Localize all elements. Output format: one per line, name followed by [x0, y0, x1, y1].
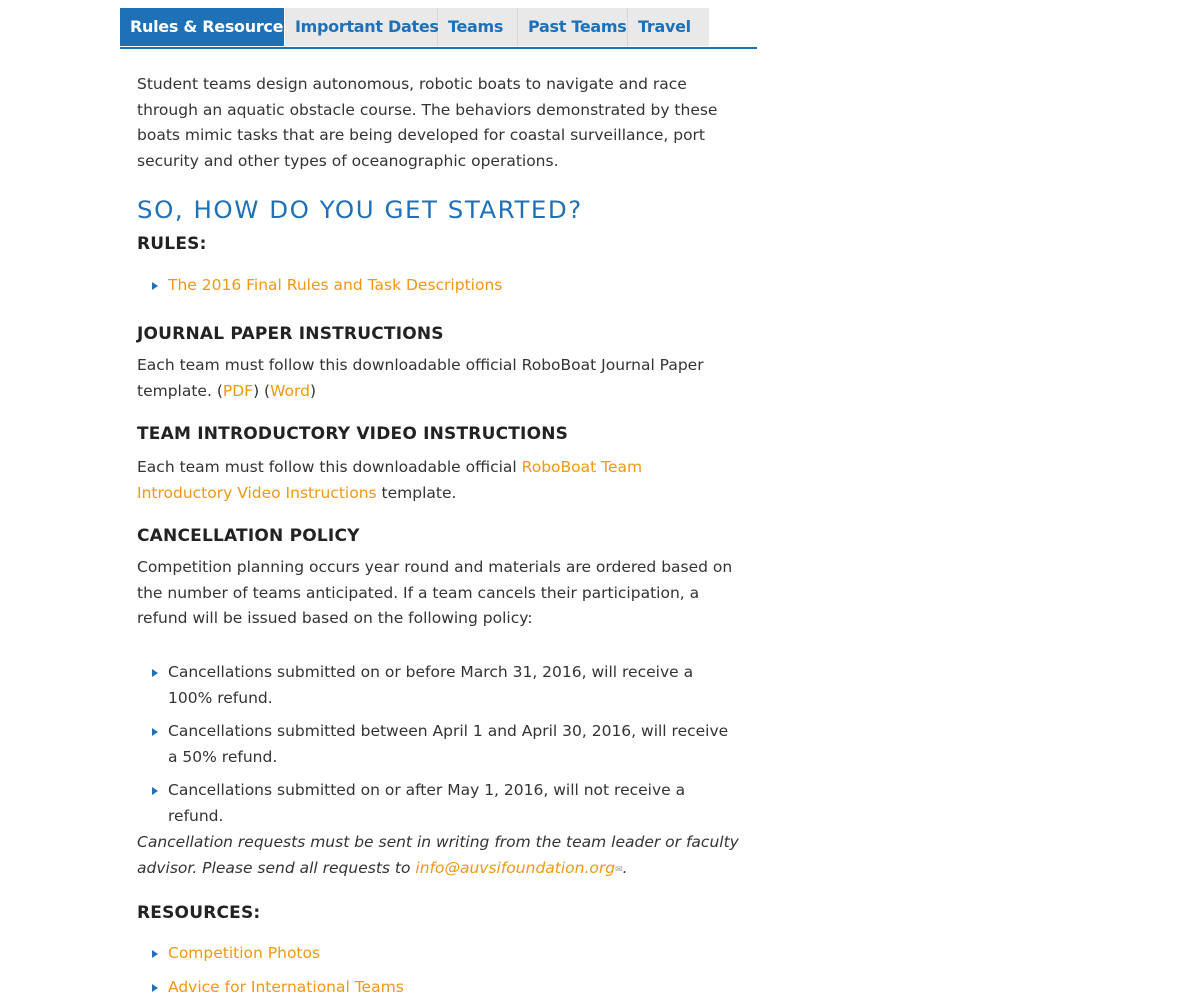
tab-bar: Rules & Resources Important Dates Teams … [120, 8, 757, 49]
rules-link[interactable]: The 2016 Final Rules and Task Descriptio… [168, 276, 502, 294]
video-heading: Team Introductory Video Instructions [137, 424, 569, 444]
caret-right-icon [152, 282, 158, 290]
tab-teams[interactable]: Teams [438, 8, 518, 46]
cancellation-note: Cancellation requests must be sent in wr… [137, 830, 742, 883]
resources-heading: Resources: [137, 903, 261, 923]
caret-right-icon [152, 950, 158, 958]
video-text-before: Each team must follow this downloadable … [137, 458, 522, 476]
resources-list: Competition Photos Advice for Internatio… [137, 941, 742, 1000]
rules-heading: Rules: [137, 234, 207, 254]
list-item: Cancellations submitted between April 1 … [137, 719, 742, 770]
caret-right-icon [152, 787, 158, 795]
international-teams-link[interactable]: Advice for International Teams [168, 978, 404, 996]
cancellation-item-1: Cancellations submitted on or before Mar… [168, 663, 694, 707]
list-item: Competition Photos [137, 941, 742, 967]
video-text-after: template. [376, 483, 457, 502]
cancellation-note-text: Cancellation requests must be sent in wr… [137, 830, 742, 883]
journal-text: Each team must follow this downloadable … [137, 353, 742, 404]
caret-right-icon [152, 669, 158, 677]
cancellation-item-2: Cancellations submitted between April 1 … [168, 722, 729, 766]
video-block: Each team must follow this downloadable … [137, 455, 742, 506]
cancellation-note-after: . [622, 858, 628, 877]
main-heading: So, how do you get started? [137, 196, 583, 224]
pdf-link[interactable]: PDF [223, 382, 253, 400]
page: Rules & Resources Important Dates Teams … [0, 0, 1200, 1000]
envelope-icon: ✉ [615, 864, 623, 875]
journal-text-mid: ) ( [253, 381, 271, 400]
tab-important-dates[interactable]: Important Dates [285, 8, 439, 46]
tab-past-teams[interactable]: Past Teams [518, 8, 628, 46]
list-item: Cancellations submitted on or after May … [137, 778, 742, 829]
cancellation-block: Competition planning occurs year round a… [137, 555, 742, 632]
cancellation-item-3: Cancellations submitted on or after May … [168, 781, 686, 825]
intro-paragraph: Student teams design autonomous, robotic… [137, 75, 718, 170]
caret-right-icon [152, 728, 158, 736]
cancellation-list: Cancellations submitted on or before Mar… [137, 660, 742, 829]
word-link[interactable]: Word [270, 382, 310, 400]
cancellation-heading: Cancellation Policy [137, 526, 360, 546]
journal-heading: Journal Paper Instructions [137, 324, 444, 344]
journal-block: Each team must follow this downloadable … [137, 353, 742, 404]
email-link[interactable]: info@auvsifoundation.org [415, 859, 615, 877]
video-text: Each team must follow this downloadable … [137, 455, 742, 506]
journal-text-after: ) [309, 381, 317, 400]
rules-list: The 2016 Final Rules and Task Descriptio… [137, 273, 742, 299]
tab-rules-resources[interactable]: Rules & Resources [120, 8, 293, 46]
caret-right-icon [152, 983, 158, 992]
competition-photos-link[interactable]: Competition Photos [168, 944, 320, 962]
list-item: Advice for International Teams [137, 975, 742, 1000]
cancellation-text: Competition planning occurs year round a… [137, 558, 733, 627]
list-item: Cancellations submitted on or before Mar… [137, 660, 742, 711]
list-item: The 2016 Final Rules and Task Descriptio… [137, 273, 742, 299]
tab-travel[interactable]: Travel [628, 8, 709, 46]
